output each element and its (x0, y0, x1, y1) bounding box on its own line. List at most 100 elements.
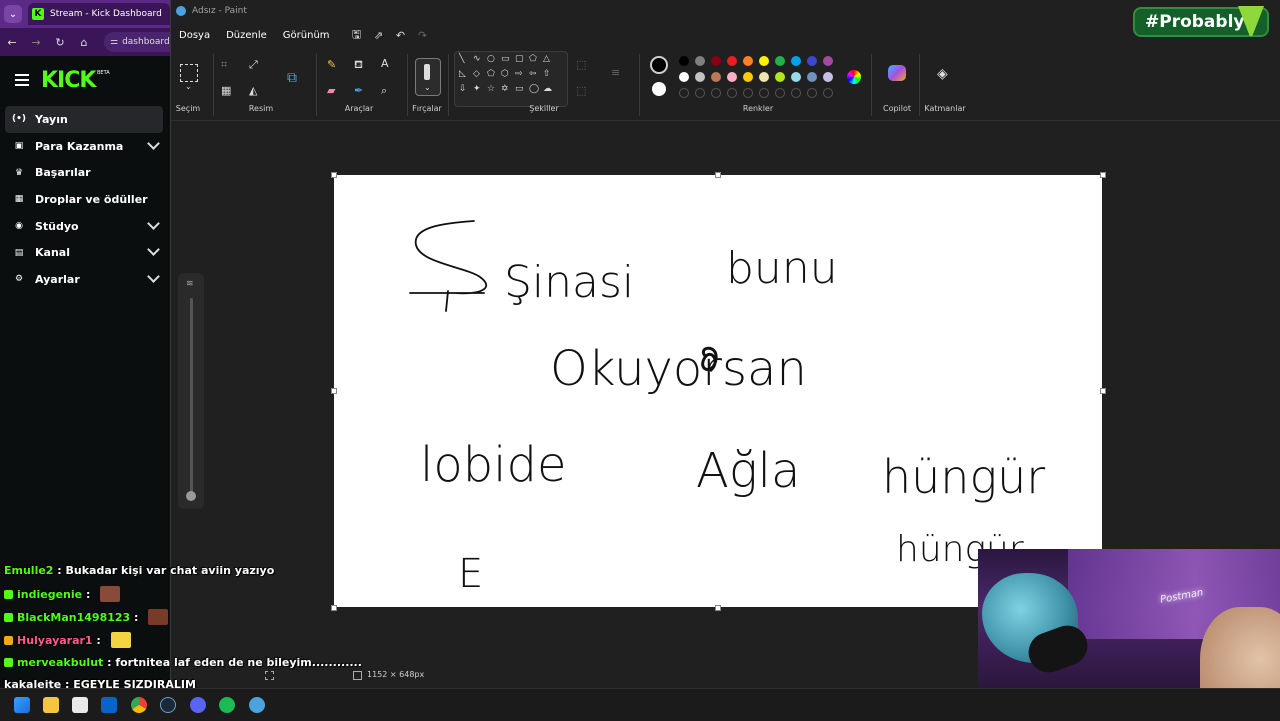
menu-dosya[interactable]: Dosya (171, 30, 218, 41)
magnifier-icon[interactable]: ⌕ (381, 84, 387, 98)
custom-color-slot[interactable] (727, 88, 737, 98)
sidebar-item-5[interactable]: ▤ Kanal (0, 239, 170, 266)
curve-shape-icon[interactable]: ∿ (473, 54, 481, 64)
resize-handle-bm[interactable] (715, 605, 721, 611)
zoom-knob[interactable] (186, 491, 196, 501)
color-swatch[interactable] (727, 56, 737, 66)
polygon-shape-icon[interactable]: ⬠ (529, 54, 537, 64)
file-explorer-icon[interactable] (43, 697, 59, 713)
oval-shape-icon[interactable]: ○ (487, 54, 495, 64)
site-settings-icon[interactable]: ⚌ (110, 37, 118, 47)
custom-color-slot[interactable] (807, 88, 817, 98)
zoom-slider[interactable]: ≋ (178, 273, 204, 509)
eraser-icon[interactable]: ▰ (327, 84, 335, 97)
paint-taskbar-icon[interactable] (249, 697, 265, 713)
hamburger-menu-icon[interactable] (15, 74, 29, 86)
resize-handle-bl[interactable] (331, 605, 337, 611)
layers-icon[interactable]: ◈ (937, 66, 948, 82)
resize-handle-ml[interactable] (331, 388, 337, 394)
sidebar-item-6[interactable]: ⚙ Ayarlar (0, 266, 170, 293)
custom-color-slot[interactable] (679, 88, 689, 98)
rotate-icon[interactable]: ◭ (249, 84, 257, 97)
share-icon[interactable]: ⇗ (368, 29, 390, 42)
select-dropdown-icon[interactable]: ⌄ (185, 82, 192, 91)
diamond-shape-icon[interactable]: ◇ (473, 69, 480, 79)
callout-oval-shape-icon[interactable]: ◯ (529, 84, 539, 94)
start-icon[interactable] (14, 697, 30, 713)
drawing-canvas[interactable]: Şinasi bunu Okuyorsan lobide Ağla hüngür… (334, 175, 1102, 607)
rectangle-shape-icon[interactable]: ▭ (501, 54, 510, 64)
chevron-down-icon[interactable] (147, 270, 160, 283)
color-swatch[interactable] (743, 56, 753, 66)
color-swatch[interactable] (695, 56, 705, 66)
custom-color-slot[interactable] (711, 88, 721, 98)
color-swatch[interactable] (759, 72, 769, 82)
text-tool-icon[interactable]: A (381, 57, 389, 70)
up-arrow-shape-icon[interactable]: ⇧ (543, 69, 551, 79)
discord-icon[interactable] (190, 697, 206, 713)
custom-color-slot[interactable] (791, 88, 801, 98)
resize-handle-tm[interactable] (715, 172, 721, 178)
undo-icon[interactable]: ↶ (390, 29, 412, 42)
chevron-down-icon[interactable] (147, 136, 160, 150)
chat-username[interactable]: merveakbulut (17, 656, 103, 669)
crop-icon[interactable]: ⌗ (221, 58, 227, 72)
chat-username[interactable]: indiegenie (17, 588, 82, 601)
reload-icon[interactable]: ↻ (48, 30, 72, 54)
chevron-down-icon[interactable] (147, 243, 160, 257)
color-swatch[interactable] (679, 72, 689, 82)
tab-menu-button[interactable]: ⌄ (4, 5, 22, 23)
spotify-icon[interactable] (219, 697, 235, 713)
store-icon[interactable] (72, 697, 88, 713)
resize-icon[interactable]: ⤢ (249, 58, 258, 72)
chat-username[interactable]: Emulle2 (4, 564, 53, 577)
four-point-star-shape-icon[interactable]: ✦ (473, 84, 481, 94)
color-swatch[interactable] (711, 72, 721, 82)
color-swatch[interactable] (807, 72, 817, 82)
custom-color-slot[interactable] (695, 88, 705, 98)
home-icon[interactable]: ⌂ (72, 30, 96, 54)
address-bar[interactable]: ⚌ dashboard (104, 32, 174, 52)
five-point-star-shape-icon[interactable]: ☆ (487, 84, 495, 94)
fill-icon[interactable]: ⛾ (354, 58, 363, 73)
color-swatch[interactable] (679, 56, 689, 66)
down-arrow-shape-icon[interactable]: ⇩ (459, 84, 467, 94)
shape-fill-icon[interactable]: ⬚ (576, 84, 586, 97)
color-swatch[interactable] (695, 72, 705, 82)
triangle-shape-icon[interactable]: △ (543, 54, 550, 64)
resize-handle-tr[interactable] (1100, 172, 1106, 178)
save-icon[interactable]: 🖫 (346, 26, 368, 45)
color-swatch[interactable] (807, 56, 817, 66)
right-arrow-shape-icon[interactable]: ⇨ (515, 69, 523, 79)
kick-logo[interactable]: KICK BETA (41, 68, 110, 93)
color-swatch[interactable] (823, 56, 833, 66)
menu-duzenle[interactable]: Düzenle (218, 30, 275, 41)
callout-cloud-shape-icon[interactable]: ☁ (543, 84, 552, 94)
six-point-star-shape-icon[interactable]: ✡ (501, 84, 509, 94)
sidebar-item-1[interactable]: ▣ Para Kazanma (0, 133, 170, 160)
rounded-rect-shape-icon[interactable]: ▢ (515, 54, 524, 64)
brushes-button[interactable]: ⌄ (415, 58, 441, 96)
shape-style-icon[interactable]: ≡ (611, 66, 620, 79)
custom-color-slot[interactable] (775, 88, 785, 98)
sidebar-item-4[interactable]: ◉ Stüdyo (0, 213, 170, 240)
custom-color-slot[interactable] (823, 88, 833, 98)
redo-icon[interactable]: ↷ (412, 29, 434, 42)
sidebar-item-2[interactable]: ♛ Başarılar (0, 159, 170, 186)
browser-tab[interactable]: K Stream - Kick Dashboard (28, 3, 170, 25)
chrome-icon[interactable] (131, 697, 147, 713)
color-swatch[interactable] (743, 72, 753, 82)
outlook-icon[interactable] (101, 697, 117, 713)
pentagon-shape-icon[interactable]: ⬠ (487, 69, 495, 79)
custom-color-slot[interactable] (743, 88, 753, 98)
color-swatch[interactable] (759, 56, 769, 66)
edit-colors-icon[interactable] (847, 70, 861, 84)
custom-color-slot[interactable] (759, 88, 769, 98)
resize-handle-tl[interactable] (331, 172, 337, 178)
line-shape-icon[interactable]: ╲ (459, 54, 464, 64)
color-swatch[interactable] (727, 72, 737, 82)
color-swatch[interactable] (823, 72, 833, 82)
callout-rect-shape-icon[interactable]: ▭ (515, 84, 524, 94)
sidebar-item-3[interactable]: ▦ Droplar ve ödüller (0, 186, 170, 213)
steam-icon[interactable] (160, 697, 176, 713)
